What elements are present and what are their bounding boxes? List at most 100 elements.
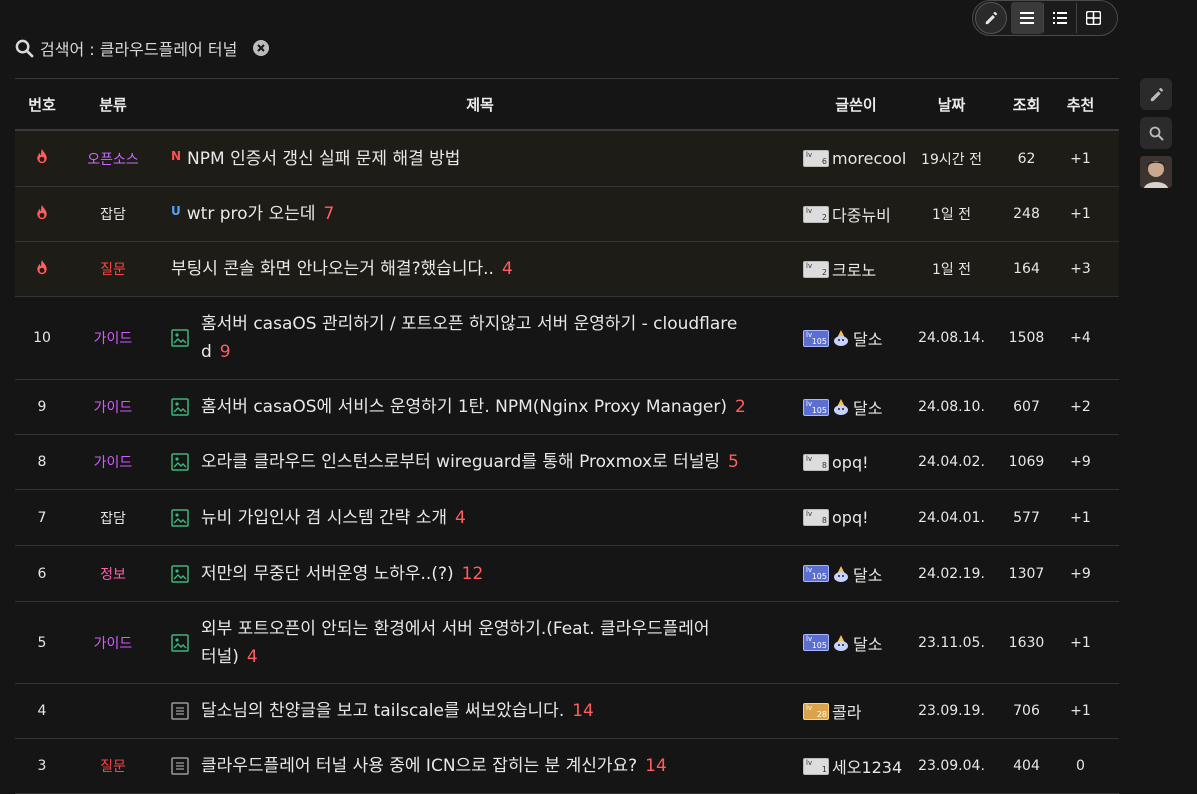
table-row[interactable]: 9 가이드 홈서버 casaOS에 서비스 운영하기 1탄. NPM(Nginx P…: [15, 380, 1119, 435]
cell-number: [15, 148, 69, 169]
author-cell[interactable]: lv 2 다중뉴비: [803, 202, 909, 226]
category-link[interactable]: 오픈소스: [69, 149, 157, 169]
user-avatar[interactable]: [1140, 156, 1172, 188]
post-title-link[interactable]: 클라우드플레어 터널 사용 중에 ICN으로 잡히는 분 계신가요? 14: [201, 752, 667, 780]
comment-count: 2: [735, 397, 746, 417]
category-link[interactable]: 가이드: [69, 452, 157, 472]
header-author[interactable]: 글쓴이: [803, 94, 909, 115]
post-title-link[interactable]: 부팅시 콘솔 화면 안나오는거 해결?했습니다.. 4: [171, 255, 513, 283]
post-title-link[interactable]: 홈서버 casaOS 관리하기 / 포트오픈 하지않고 서버 운영하기 - cl…: [201, 310, 737, 366]
post-number: 4: [37, 703, 47, 719]
mascot-icon: [834, 330, 848, 346]
title-cell: 달소님의 찬양글을 보고 tailscale를 써보았습니다. 14: [157, 697, 803, 725]
post-date: 1일 전: [931, 262, 972, 278]
detail-list-view-button[interactable]: [1044, 2, 1076, 34]
table-row[interactable]: 잡담 Uwtr pro가 오는데 7 lv 2 다중뉴비 1일 전 248 +1: [15, 187, 1119, 242]
author-cell[interactable]: lv 105 달소: [803, 631, 909, 655]
doc-icon: [171, 702, 189, 720]
table-row[interactable]: 10 가이드 홈서버 casaOS 관리하기 / 포트오픈 하지않고 서버 운영하기…: [15, 297, 1119, 380]
list-icon: [1020, 12, 1034, 24]
author-cell[interactable]: lv 8 opq!: [803, 453, 909, 472]
category-link[interactable]: 질문: [69, 756, 157, 776]
author-cell[interactable]: lv 1 세오1234: [803, 754, 909, 778]
post-title-line: 클라우드플레어 터널 사용 중에 ICN으로 잡히는 분 계신가요?: [201, 756, 638, 776]
recommend-count: +1: [1070, 206, 1091, 222]
header-views[interactable]: 조회: [994, 94, 1059, 115]
post-title-link[interactable]: wtr pro가 오는데 7: [187, 200, 335, 228]
image-icon: [171, 453, 189, 471]
comment-count: 5: [728, 452, 739, 472]
author-cell[interactable]: lv 105 달소: [803, 395, 909, 419]
category-link[interactable]: 질문: [69, 259, 157, 279]
mascot-icon: [834, 399, 848, 415]
image-icon: [171, 508, 189, 527]
table-row[interactable]: 5 가이드 외부 포트오픈이 안되는 환경에서 서버 운영하기.(Feat. 클라우…: [15, 602, 1119, 684]
post-title-line: 오라클 클라우드 인스턴스로부터 wireguard를 통해 Proxmox로 …: [201, 452, 721, 472]
post-date: 23.09.04.: [918, 758, 985, 774]
post-title-link[interactable]: 오라클 클라우드 인스턴스로부터 wireguard를 통해 Proxmox로 …: [201, 448, 739, 476]
category-link[interactable]: 정보: [69, 564, 157, 584]
header-recommend[interactable]: 추천: [1059, 94, 1102, 115]
author-name: 크로노: [832, 261, 877, 280]
fire-icon: [34, 148, 50, 169]
level-icon: lv 8: [803, 453, 829, 471]
level-icon: lv 2: [803, 205, 829, 223]
comment-count: 9: [219, 342, 231, 362]
author-cell[interactable]: lv 8 opq!: [803, 508, 909, 527]
post-date: 23.09.19.: [918, 703, 985, 719]
side-search-button[interactable]: [1140, 117, 1172, 149]
write-button[interactable]: [975, 2, 1007, 34]
header-date[interactable]: 날짜: [909, 94, 994, 115]
recommend-count: +2: [1070, 399, 1091, 415]
side-write-button[interactable]: [1140, 78, 1172, 110]
avatar-image: [1140, 156, 1172, 188]
category-link[interactable]: 가이드: [69, 397, 157, 417]
post-title-line: NPM 인증서 갱신 실패 문제 해결 방법: [187, 148, 461, 169]
table-row[interactable]: 오픈소스 N NPM 인증서 갱신 실패 문제 해결 방법 lv 6 morecool 19…: [15, 131, 1119, 187]
comment-count: 4: [501, 259, 513, 279]
list-view-button[interactable]: [1011, 2, 1043, 34]
title-cell: 홈서버 casaOS에 서비스 운영하기 1탄. NPM(Nginx Proxy…: [157, 393, 803, 421]
category-link[interactable]: 잡담: [69, 204, 157, 224]
cell-number: 9: [15, 399, 69, 415]
post-title-link[interactable]: 뉴비 가입인사 겸 시스템 간략 소개 4: [201, 504, 466, 532]
pencil-icon: [985, 11, 998, 25]
post-title-link[interactable]: 외부 포트오픈이 안되는 환경에서 서버 운영하기.(Feat. 클라우드플레어…: [201, 615, 710, 671]
author-cell[interactable]: lv 28 콜라: [803, 699, 909, 723]
title-cell: 클라우드플레어 터널 사용 중에 ICN으로 잡히는 분 계신가요? 14: [157, 752, 803, 780]
comment-count: 4: [246, 646, 258, 667]
view-count: 1307: [1008, 565, 1045, 582]
level-icon: lv 105: [803, 634, 829, 651]
author-cell[interactable]: lv 105 달소: [803, 326, 909, 350]
mascot-icon: [834, 634, 848, 651]
grid-view-button[interactable]: [1077, 2, 1109, 34]
post-title-link[interactable]: NPM 인증서 갱신 실패 문제 해결 방법: [187, 145, 460, 173]
category-link[interactable]: 가이드: [69, 633, 157, 653]
post-title-link[interactable]: 달소님의 찬양글을 보고 tailscale를 써보았습니다. 14: [201, 697, 594, 725]
table-row[interactable]: 질문 부팅시 콘솔 화면 안나오는거 해결?했습니다.. 4 lv 2 크로노 1일 전 16…: [15, 242, 1119, 297]
image-icon: [171, 329, 189, 347]
author-cell[interactable]: lv 6 morecool: [803, 149, 909, 168]
header-title[interactable]: 제목: [157, 94, 803, 115]
author-cell[interactable]: lv 105 달소: [803, 562, 909, 586]
table-row[interactable]: 6 정보 저만의 무중단 서버운영 노하우..(?) 12 lv 105 달소 24.02.1…: [15, 546, 1119, 602]
table-row[interactable]: 7 잡담 뉴비 가입인사 겸 시스템 간략 소개 4 lv 8 opq! 24.04.01. 5…: [15, 490, 1119, 546]
table-row[interactable]: 4 달소님의 찬양글을 보고 tailscale를 써보았습니다. 14 lv 28 콜라…: [15, 684, 1119, 739]
post-title-link[interactable]: 저만의 무중단 서버운영 노하우..(?) 12: [201, 560, 483, 588]
header-no[interactable]: 번호: [15, 94, 69, 115]
author-name: 콜라: [832, 703, 862, 722]
author-name: opq!: [832, 508, 869, 527]
category-link[interactable]: 가이드: [69, 328, 157, 348]
clear-search-icon[interactable]: [253, 40, 270, 56]
post-number: 8: [37, 454, 47, 470]
cell-number: 4: [15, 703, 69, 719]
table-row[interactable]: 3 질문 클라우드플레어 터널 사용 중에 ICN으로 잡히는 분 계신가요? 14 l…: [15, 739, 1119, 794]
author-cell[interactable]: lv 2 크로노: [803, 257, 909, 281]
post-number: 7: [37, 509, 47, 526]
category-link[interactable]: 잡담: [69, 508, 157, 528]
author-name: 달소: [853, 399, 883, 418]
post-date: 23.11.05.: [918, 634, 985, 651]
post-title-link[interactable]: 홈서버 casaOS에 서비스 운영하기 1탄. NPM(Nginx Proxy…: [201, 393, 746, 421]
header-category[interactable]: 분류: [69, 94, 157, 115]
table-row[interactable]: 8 가이드 오라클 클라우드 인스턴스로부터 wireguard를 통해 Proxm…: [15, 435, 1119, 490]
